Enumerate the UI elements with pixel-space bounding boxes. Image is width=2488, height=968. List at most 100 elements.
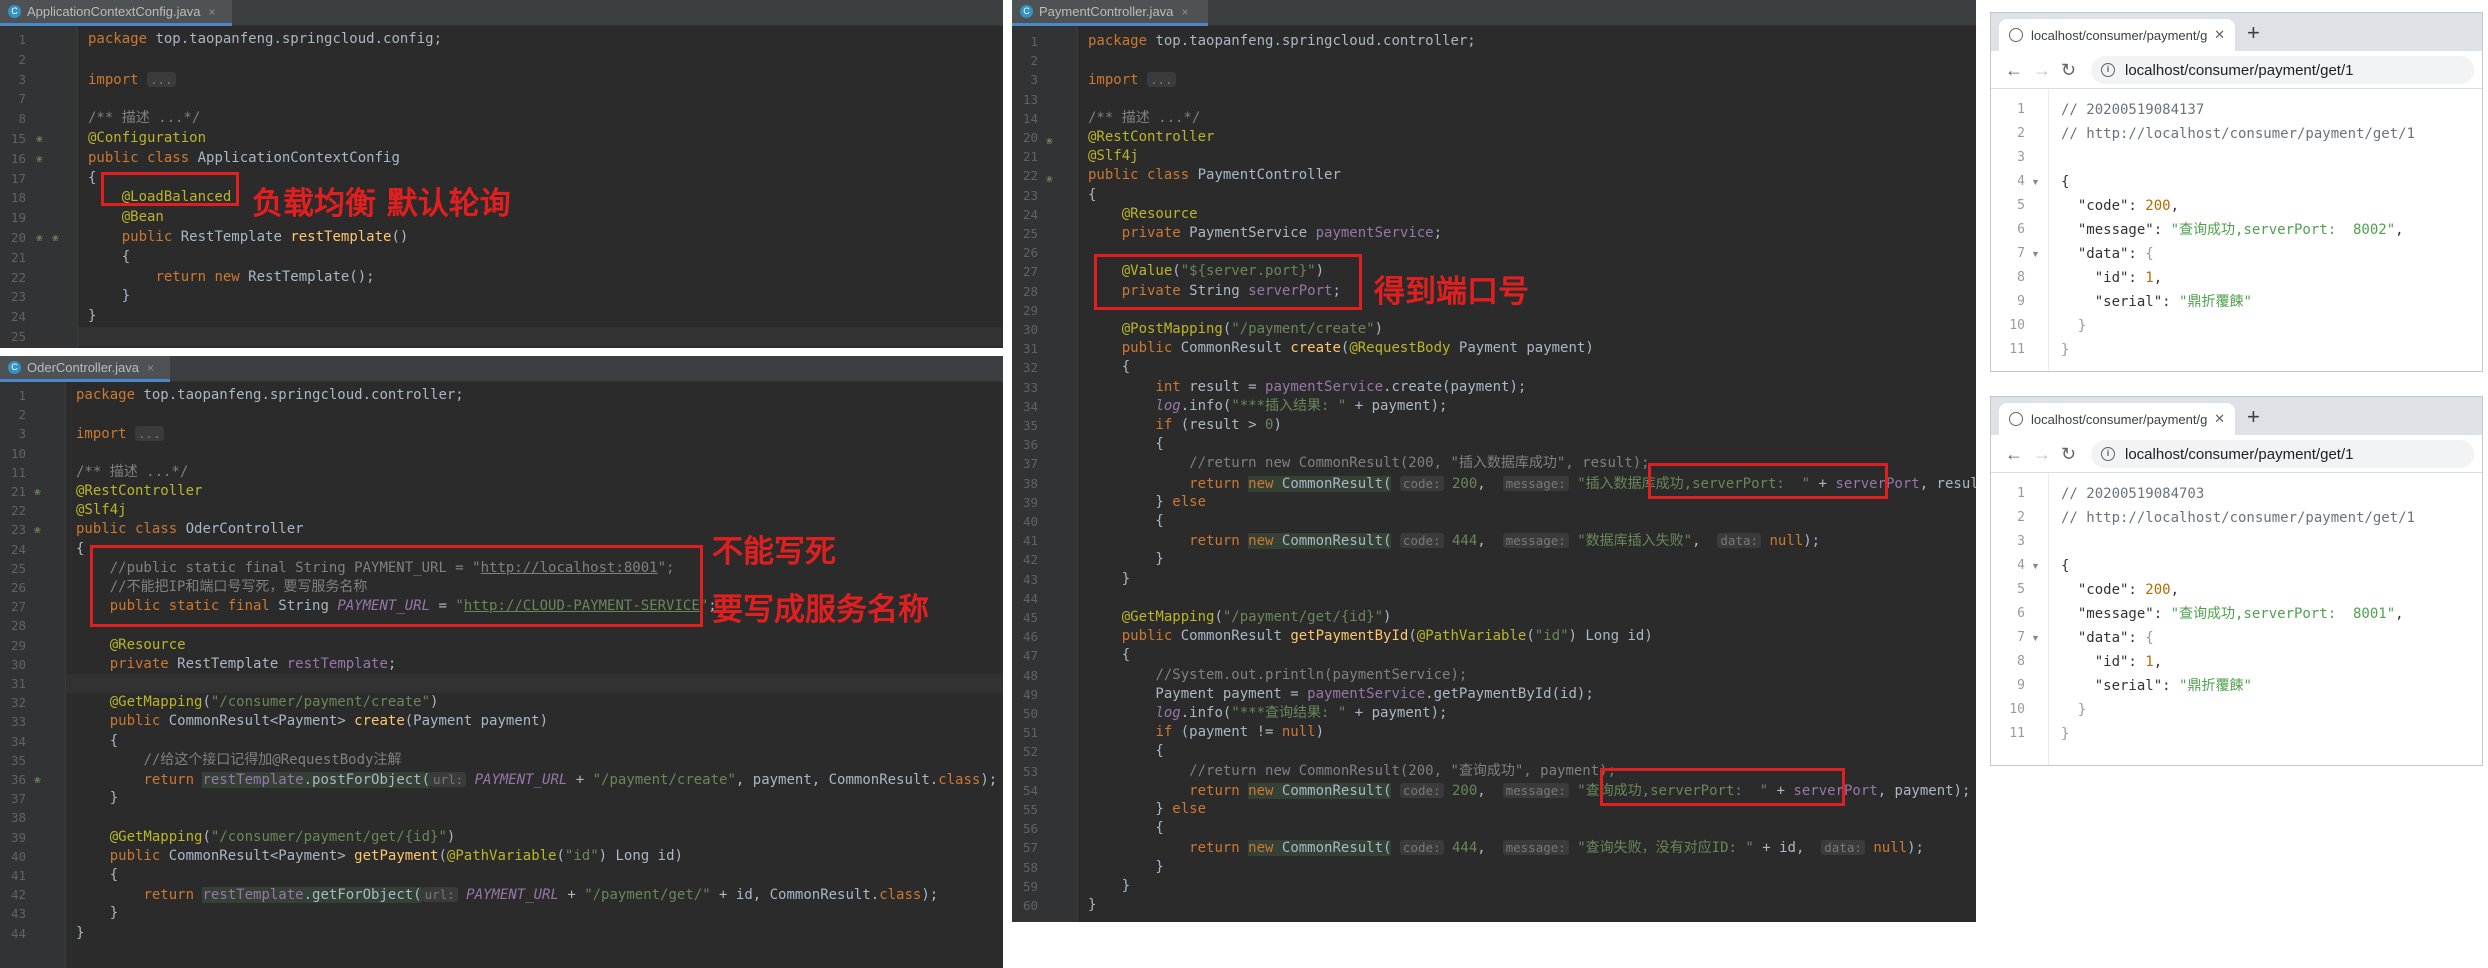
code-line: @Slf4j xyxy=(1088,148,1139,165)
json-line: "id": 1, xyxy=(2061,654,2163,670)
forward-icon[interactable]: → xyxy=(2033,444,2051,464)
line-number: 51 xyxy=(1022,725,1038,741)
spring-bean-icon[interactable]: ❀ xyxy=(1046,131,1053,150)
close-icon[interactable]: × xyxy=(1181,5,1188,19)
line-number: 35 xyxy=(1022,418,1038,433)
code-line: /** 描述 ...*/ xyxy=(88,110,201,127)
json-line: "serial": "鼎折覆餗" xyxy=(2061,678,2252,694)
spring-bean-icon[interactable]: ❀ xyxy=(52,228,59,247)
code-line: if (payment != null) xyxy=(1155,724,1325,741)
json-line-number: 2 xyxy=(2017,510,2025,525)
line-number: 39 xyxy=(1022,494,1038,510)
code-line: package top.taopanfeng.springcloud.contr… xyxy=(1088,33,1476,49)
line-number: 23 xyxy=(10,289,26,305)
back-icon[interactable]: ← xyxy=(2005,444,2023,464)
address-bar[interactable]: i localhost/consumer/payment/get/1 xyxy=(2091,440,2474,468)
line-number: 33 xyxy=(1022,379,1038,395)
info-icon[interactable]: i xyxy=(2101,447,2115,461)
line-number: 24 xyxy=(10,309,26,325)
line-number: 30 xyxy=(10,656,26,672)
line-number: 44 xyxy=(10,925,26,941)
code-line: @RestController xyxy=(76,483,203,499)
fold-toggle-icon[interactable]: ▼ xyxy=(2031,170,2040,194)
line-number: 26 xyxy=(1022,245,1038,261)
spring-bean-icon[interactable]: ❀ xyxy=(34,520,41,539)
address-bar[interactable]: i localhost/consumer/payment/get/1 xyxy=(2091,56,2474,84)
code-line: return new CommonResult( code: 444, mess… xyxy=(1189,533,1821,550)
close-tab-icon[interactable]: ✕ xyxy=(2214,411,2225,427)
json-line: } xyxy=(2077,318,2087,334)
code-line: public CommonResult<Payment> create(Paym… xyxy=(109,713,549,730)
fold-toggle-icon[interactable]: ▼ xyxy=(2031,242,2040,266)
json-line: // 20200519084137 xyxy=(2061,102,2205,118)
line-number: 42 xyxy=(1022,552,1038,568)
spring-bean-icon[interactable]: ❀ xyxy=(36,129,43,148)
json-line: { xyxy=(2061,174,2070,190)
fold-toggle-icon[interactable]: ▼ xyxy=(2031,554,2040,578)
code-line: } xyxy=(76,905,119,922)
new-tab-icon[interactable]: + xyxy=(2247,21,2260,45)
line-number: 1 xyxy=(1030,34,1038,49)
spring-bean-icon[interactable]: ❀ xyxy=(34,770,41,789)
fold-toggle-icon[interactable]: ▼ xyxy=(2031,626,2040,650)
line-number: 36 xyxy=(10,772,26,787)
line-number: 29 xyxy=(1022,302,1038,318)
line-number: 47 xyxy=(1022,648,1038,664)
close-tab-icon[interactable]: ✕ xyxy=(2214,27,2225,43)
tab-application-context-config[interactable]: C ApplicationContextConfig.java × xyxy=(0,0,232,26)
reload-icon[interactable]: ↻ xyxy=(2061,60,2076,80)
spring-bean-icon[interactable]: ❀ xyxy=(34,482,41,501)
code-line: @RestController xyxy=(1088,129,1215,145)
json-line: { xyxy=(2061,558,2070,574)
json-gutter: 1 2 3 4 ▼ 5 6 7 ▼ 8 9 10 11 xyxy=(1991,90,2049,371)
line-number: 59 xyxy=(1022,878,1038,894)
line-number: 50 xyxy=(1022,706,1038,721)
tab-oder-controller[interactable]: C OderController.java × xyxy=(0,356,170,382)
reload-icon[interactable]: ↻ xyxy=(2061,444,2076,464)
globe-icon xyxy=(2009,28,2023,42)
code-area[interactable]: package top.taopanfeng.springcloud.contr… xyxy=(66,382,1003,968)
json-line: "message": "查询成功,serverPort: 8001", xyxy=(2061,606,2404,622)
line-number: 11 xyxy=(10,464,26,480)
json-line-number: 6 xyxy=(2017,606,2025,621)
code-line: import ... xyxy=(1078,70,1976,89)
forward-icon[interactable]: → xyxy=(2033,60,2051,80)
code-line: { xyxy=(1088,436,1164,453)
json-line-number: 9 xyxy=(2017,294,2025,309)
code-line: } xyxy=(88,288,131,305)
browser-tab[interactable]: localhost/consumer/payment/get/1✕ xyxy=(1999,19,2235,51)
json-line-number: 9 xyxy=(2017,678,2025,693)
json-line-number: 1 xyxy=(2017,102,2025,117)
code-line: public CommonResult create(@RequestBody … xyxy=(1121,340,1594,357)
code-line: } xyxy=(76,790,119,807)
back-icon[interactable]: ← xyxy=(2005,60,2023,80)
info-icon[interactable]: i xyxy=(2101,63,2115,77)
json-line-number: 3 xyxy=(2017,534,2025,549)
code-line: import ... xyxy=(66,424,1003,443)
line-number: 45 xyxy=(1022,610,1038,625)
json-line-number: 5 xyxy=(2017,198,2025,213)
code-line: if (result > 0) xyxy=(1155,417,1282,433)
spring-bean-icon[interactable]: ❀ xyxy=(1046,169,1053,188)
annotation-get-port: 得到端口号 xyxy=(1374,274,1529,310)
code-line: } xyxy=(1088,551,1164,568)
editor-tab-bar: C ApplicationContextConfig.java × xyxy=(0,0,1003,26)
code-line: /** 描述 ...*/ xyxy=(1088,109,1201,126)
spring-bean-icon[interactable]: ❀ xyxy=(36,149,43,168)
tab-payment-controller[interactable]: C PaymentController.java × xyxy=(1012,0,1208,26)
new-tab-icon[interactable]: + xyxy=(2247,405,2260,429)
line-number: 39 xyxy=(10,829,26,845)
json-line: "message": "查询成功,serverPort: 8002", xyxy=(2061,222,2404,238)
code-line: } xyxy=(1088,570,1131,587)
close-icon[interactable]: × xyxy=(147,361,154,375)
close-icon[interactable]: × xyxy=(208,5,215,19)
code-line: @GetMapping("/consumer/payment/get/{id}"… xyxy=(109,828,456,845)
code-line: { xyxy=(1088,647,1131,664)
browser-tab[interactable]: localhost/consumer/payment/get/1✕ xyxy=(1999,403,2235,435)
code-line: } xyxy=(1088,897,1097,913)
json-line: "id": 1, xyxy=(2061,270,2163,286)
line-number: 3 xyxy=(18,426,26,442)
spring-bean-icon[interactable]: ❀ xyxy=(36,228,43,247)
